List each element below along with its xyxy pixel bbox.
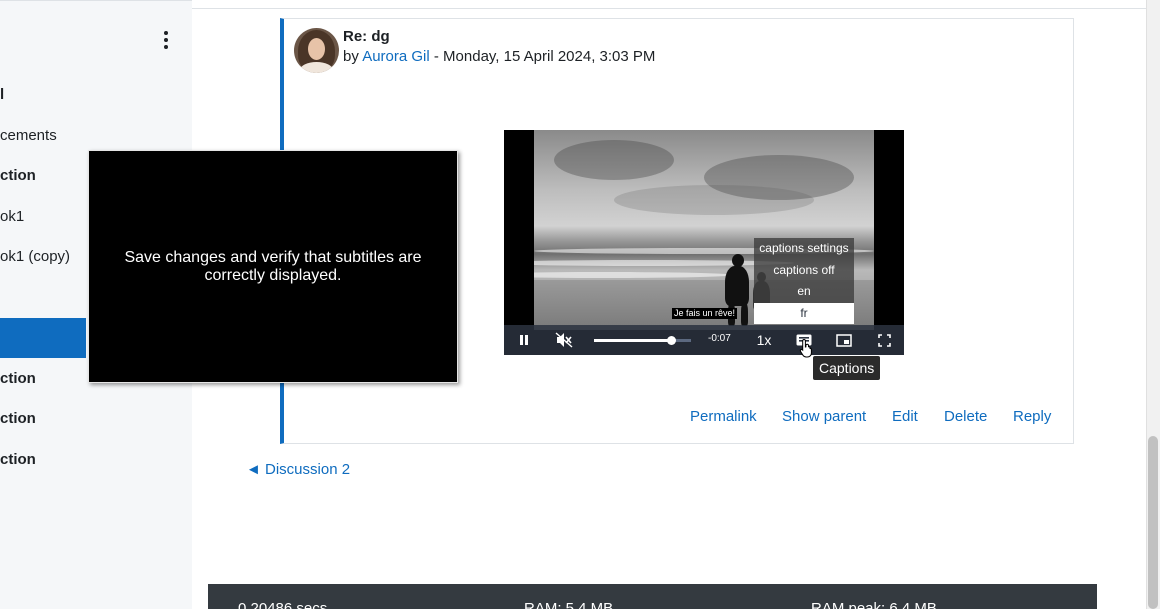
captions-fr-item[interactable]: fr [754,302,854,324]
sidebar-item[interactable]: ction [0,167,36,184]
sidebar-item-selected[interactable] [0,318,86,358]
progress-fill [594,339,672,342]
captions-en-item[interactable]: en [754,281,854,303]
progress-bar[interactable] [594,336,691,345]
instruction-popup: Save changes and verify that subtitles a… [88,150,458,383]
author-link[interactable]: Aurora Gil [362,48,430,65]
remaining-time: -0:07 [708,333,731,344]
sidebar-item[interactable]: ction [0,370,36,387]
sidebar-item[interactable]: l [0,86,4,103]
captions-tooltip: Captions [813,356,881,380]
by-label: by [343,48,359,65]
post-meta: by Aurora Gil - Monday, 15 April 2024, 3… [343,48,655,65]
mute-icon[interactable] [552,325,576,355]
video-subtitle: Je fais un rêve! [672,308,738,319]
captions-off-item[interactable]: captions off [754,260,854,282]
sidebar-item[interactable]: ction [0,410,36,427]
divider [192,8,1146,9]
post-date: - Monday, 15 April 2024, 3:03 PM [429,48,656,65]
progress-knob[interactable] [667,336,677,345]
permalink-link[interactable]: Permalink [690,408,757,425]
footer-ram: RAM: 5.4 MB [524,600,614,609]
footer-time: 0.20486 secs [238,600,328,609]
more-options-icon[interactable] [156,29,176,51]
prev-discussion-link[interactable]: ◄ Discussion 2 [246,461,350,478]
picture-in-picture-icon[interactable] [832,325,856,355]
performance-footer: 0.20486 secs RAM: 5.4 MB RAM peak: 6.4 M… [208,584,1097,609]
playback-rate-button[interactable]: 1x [752,325,776,355]
edit-link[interactable]: Edit [892,408,918,425]
captions-settings-item[interactable]: captions settings [754,238,854,260]
show-parent-link[interactable]: Show parent [782,408,866,425]
scrollbar-thumb[interactable] [1148,436,1158,609]
popup-text: Save changes and verify that subtitles a… [124,248,422,284]
video-controls: -0:07 1x [504,325,904,355]
sidebar-item[interactable]: ok1 [0,208,24,225]
reply-link[interactable]: Reply [1013,408,1051,425]
delete-link[interactable]: Delete [944,408,987,425]
hand-cursor-icon [799,338,812,358]
sidebar-item[interactable]: ction [0,451,36,468]
pause-icon[interactable] [512,325,536,355]
sidebar-item[interactable]: ok1 (copy) [0,248,70,265]
footer-ram-peak: RAM peak: 6.4 MB [811,600,937,609]
fullscreen-icon[interactable] [872,325,896,355]
captions-menu: captions settings captions off en fr [754,238,854,324]
post-title: Re: dg [343,28,390,45]
video-player[interactable]: Je fais un rêve! captions settings capti… [504,130,904,355]
avatar[interactable] [294,28,339,73]
sidebar-item[interactable]: cements [0,127,57,144]
